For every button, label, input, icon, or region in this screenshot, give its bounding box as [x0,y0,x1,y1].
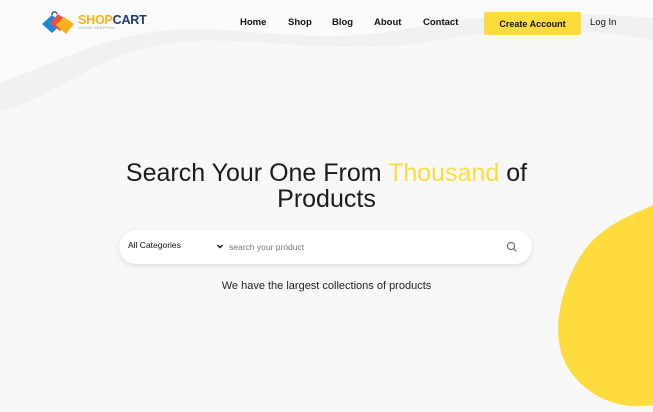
hero-subtitle: We have the largest collections of produ… [221,280,432,292]
brand-name: SHOPCART [78,13,147,27]
nav-item-contact[interactable]: Contact [423,17,458,28]
search-bar: All Categories [119,230,532,264]
nav-item-shop[interactable]: Shop [288,17,312,28]
login-link[interactable]: Log In [590,17,616,28]
nav-item-blog[interactable]: Blog [332,17,353,28]
hero-title-line2: Products [277,185,376,213]
search-icon [506,241,517,252]
search-button[interactable] [505,240,519,254]
hero-title-start: Search Your One From [125,159,389,187]
brand-logo[interactable]: SHOPCART ONLINE SHOPPING [40,11,147,37]
search-input[interactable] [229,239,499,255]
shopping-bags-logo-icon [42,11,74,34]
site-header: SHOPCART ONLINE SHOPPING Home Shop Blog … [0,0,653,48]
nav-item-about[interactable]: About [374,17,401,28]
category-select[interactable]: All Categories [128,240,224,254]
page: SHOPCART ONLINE SHOPPING Home Shop Blog … [0,0,653,412]
brand-name-cart: CART [112,13,147,27]
nav-item-home[interactable]: Home [240,17,266,28]
brand-name-shop: SHOP [78,13,113,27]
category-select-value: All Categories [128,240,181,250]
chevron-down-icon [217,244,223,249]
hero-title: Search Your One From Thousand of Product… [0,160,653,212]
hero-title-end: of [499,159,528,187]
create-account-button[interactable]: Create Account [484,12,581,35]
hero-title-accent: Thousand [388,159,500,187]
yellow-blob-shape [558,205,653,407]
